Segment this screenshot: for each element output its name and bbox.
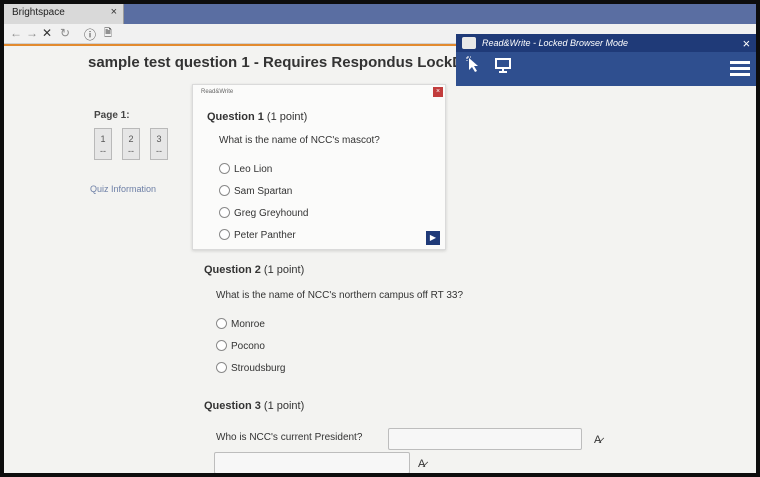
question-points: (1 point): [266, 111, 308, 123]
question-nav-status: --: [156, 146, 162, 156]
play-icon[interactable]: ▶: [426, 231, 440, 245]
question-nav-number: 2: [128, 134, 134, 144]
option-label: Sam Spartan: [234, 186, 293, 197]
readwrite-tools: [464, 56, 754, 82]
answer-option[interactable]: Pocono: [216, 340, 265, 352]
page-label: Page 1:: [94, 110, 130, 121]
readwrite-titlebar: Read&Write - Locked Browser Mode ×: [456, 34, 756, 52]
readwrite-toolbar: Read&Write - Locked Browser Mode ×: [456, 34, 756, 86]
question-nav-number: 3: [156, 134, 162, 144]
tab-bar: Brightspace ×: [4, 4, 756, 24]
answer-option[interactable]: Sam Spartan: [219, 185, 292, 197]
question-1-text: What is the name of NCC's mascot?: [219, 135, 380, 146]
page-title: sample test question 1 - Requires Respon…: [88, 54, 514, 71]
option-label: Peter Panther: [234, 230, 296, 241]
question-title: Question 3: [204, 400, 261, 412]
question-nav-status: --: [100, 146, 106, 156]
question-points: (1 point): [263, 400, 305, 412]
question-points: (1 point): [263, 264, 305, 276]
question-1-card: Read&Write × Question 1 (1 point) What i…: [192, 84, 446, 250]
option-label: Leo Lion: [234, 164, 273, 175]
option-label: Pocono: [231, 341, 265, 352]
question-2-heading: Question 2 (1 point): [204, 264, 304, 276]
hamburger-menu-icon[interactable]: [730, 58, 750, 79]
quiz-information-link[interactable]: Quiz Information: [90, 184, 156, 194]
question-nav-item[interactable]: 3 --: [150, 128, 168, 160]
radio-button[interactable]: [216, 340, 227, 351]
forward-icon[interactable]: →: [26, 26, 38, 40]
question-3-heading: Question 3 (1 point): [204, 400, 304, 412]
answer-option[interactable]: Peter Panther: [219, 229, 296, 241]
question-2-text: What is the name of NCC's northern campu…: [216, 290, 464, 301]
readwrite-logo-icon: [462, 37, 476, 49]
president-answer-input[interactable]: [388, 428, 582, 450]
secondary-answer-input[interactable]: [214, 452, 410, 473]
answer-option[interactable]: Greg Greyhound: [219, 207, 309, 219]
radio-button[interactable]: [219, 163, 230, 174]
readwrite-card-label: Read&Write: [201, 89, 234, 95]
question-nav-item[interactable]: 2 --: [122, 128, 140, 160]
question-title: Question 2: [204, 264, 261, 276]
readwrite-close-icon[interactable]: ×: [742, 36, 750, 51]
card-close-icon[interactable]: ×: [433, 87, 443, 97]
screen-display-icon[interactable]: [492, 56, 514, 78]
question-title: Question 1: [207, 111, 264, 123]
radio-button[interactable]: [216, 362, 227, 373]
select-cursor-icon[interactable]: [464, 56, 486, 78]
answer-option[interactable]: Stroudsburg: [216, 362, 285, 374]
reload-icon[interactable]: ↻: [60, 26, 70, 40]
page-icon[interactable]: 🗎: [104, 26, 112, 43]
radio-button[interactable]: [219, 185, 230, 196]
spellcheck-icon[interactable]: A̷: [594, 434, 601, 446]
browser-window: Brightspace × ← → ✕ ↻ ⓘ 🗎 sample test qu…: [4, 4, 756, 473]
tab-title: Brightspace: [12, 7, 65, 18]
radio-button[interactable]: [219, 207, 230, 218]
back-icon[interactable]: ←: [10, 26, 22, 40]
info-icon[interactable]: ⓘ: [84, 26, 96, 43]
option-label: Monroe: [231, 319, 265, 330]
answer-option[interactable]: Leo Lion: [219, 163, 272, 175]
tab-close-icon[interactable]: ×: [111, 6, 117, 18]
question-nav-number: 1: [100, 134, 106, 144]
stop-icon[interactable]: ✕: [42, 26, 52, 40]
option-label: Greg Greyhound: [234, 208, 309, 219]
question-nav-status: --: [128, 146, 134, 156]
radio-button[interactable]: [216, 318, 227, 329]
spellcheck-icon[interactable]: A̷: [418, 458, 425, 470]
readwrite-title: Read&Write - Locked Browser Mode: [482, 38, 629, 48]
question-nav-item[interactable]: 1 --: [94, 128, 112, 160]
option-label: Stroudsburg: [231, 363, 286, 374]
question-3-text: Who is NCC's current President?: [216, 432, 363, 443]
radio-button[interactable]: [219, 229, 230, 240]
answer-option[interactable]: Monroe: [216, 318, 265, 330]
question-1-heading: Question 1 (1 point): [207, 111, 307, 123]
browser-tab[interactable]: Brightspace ×: [4, 4, 124, 24]
